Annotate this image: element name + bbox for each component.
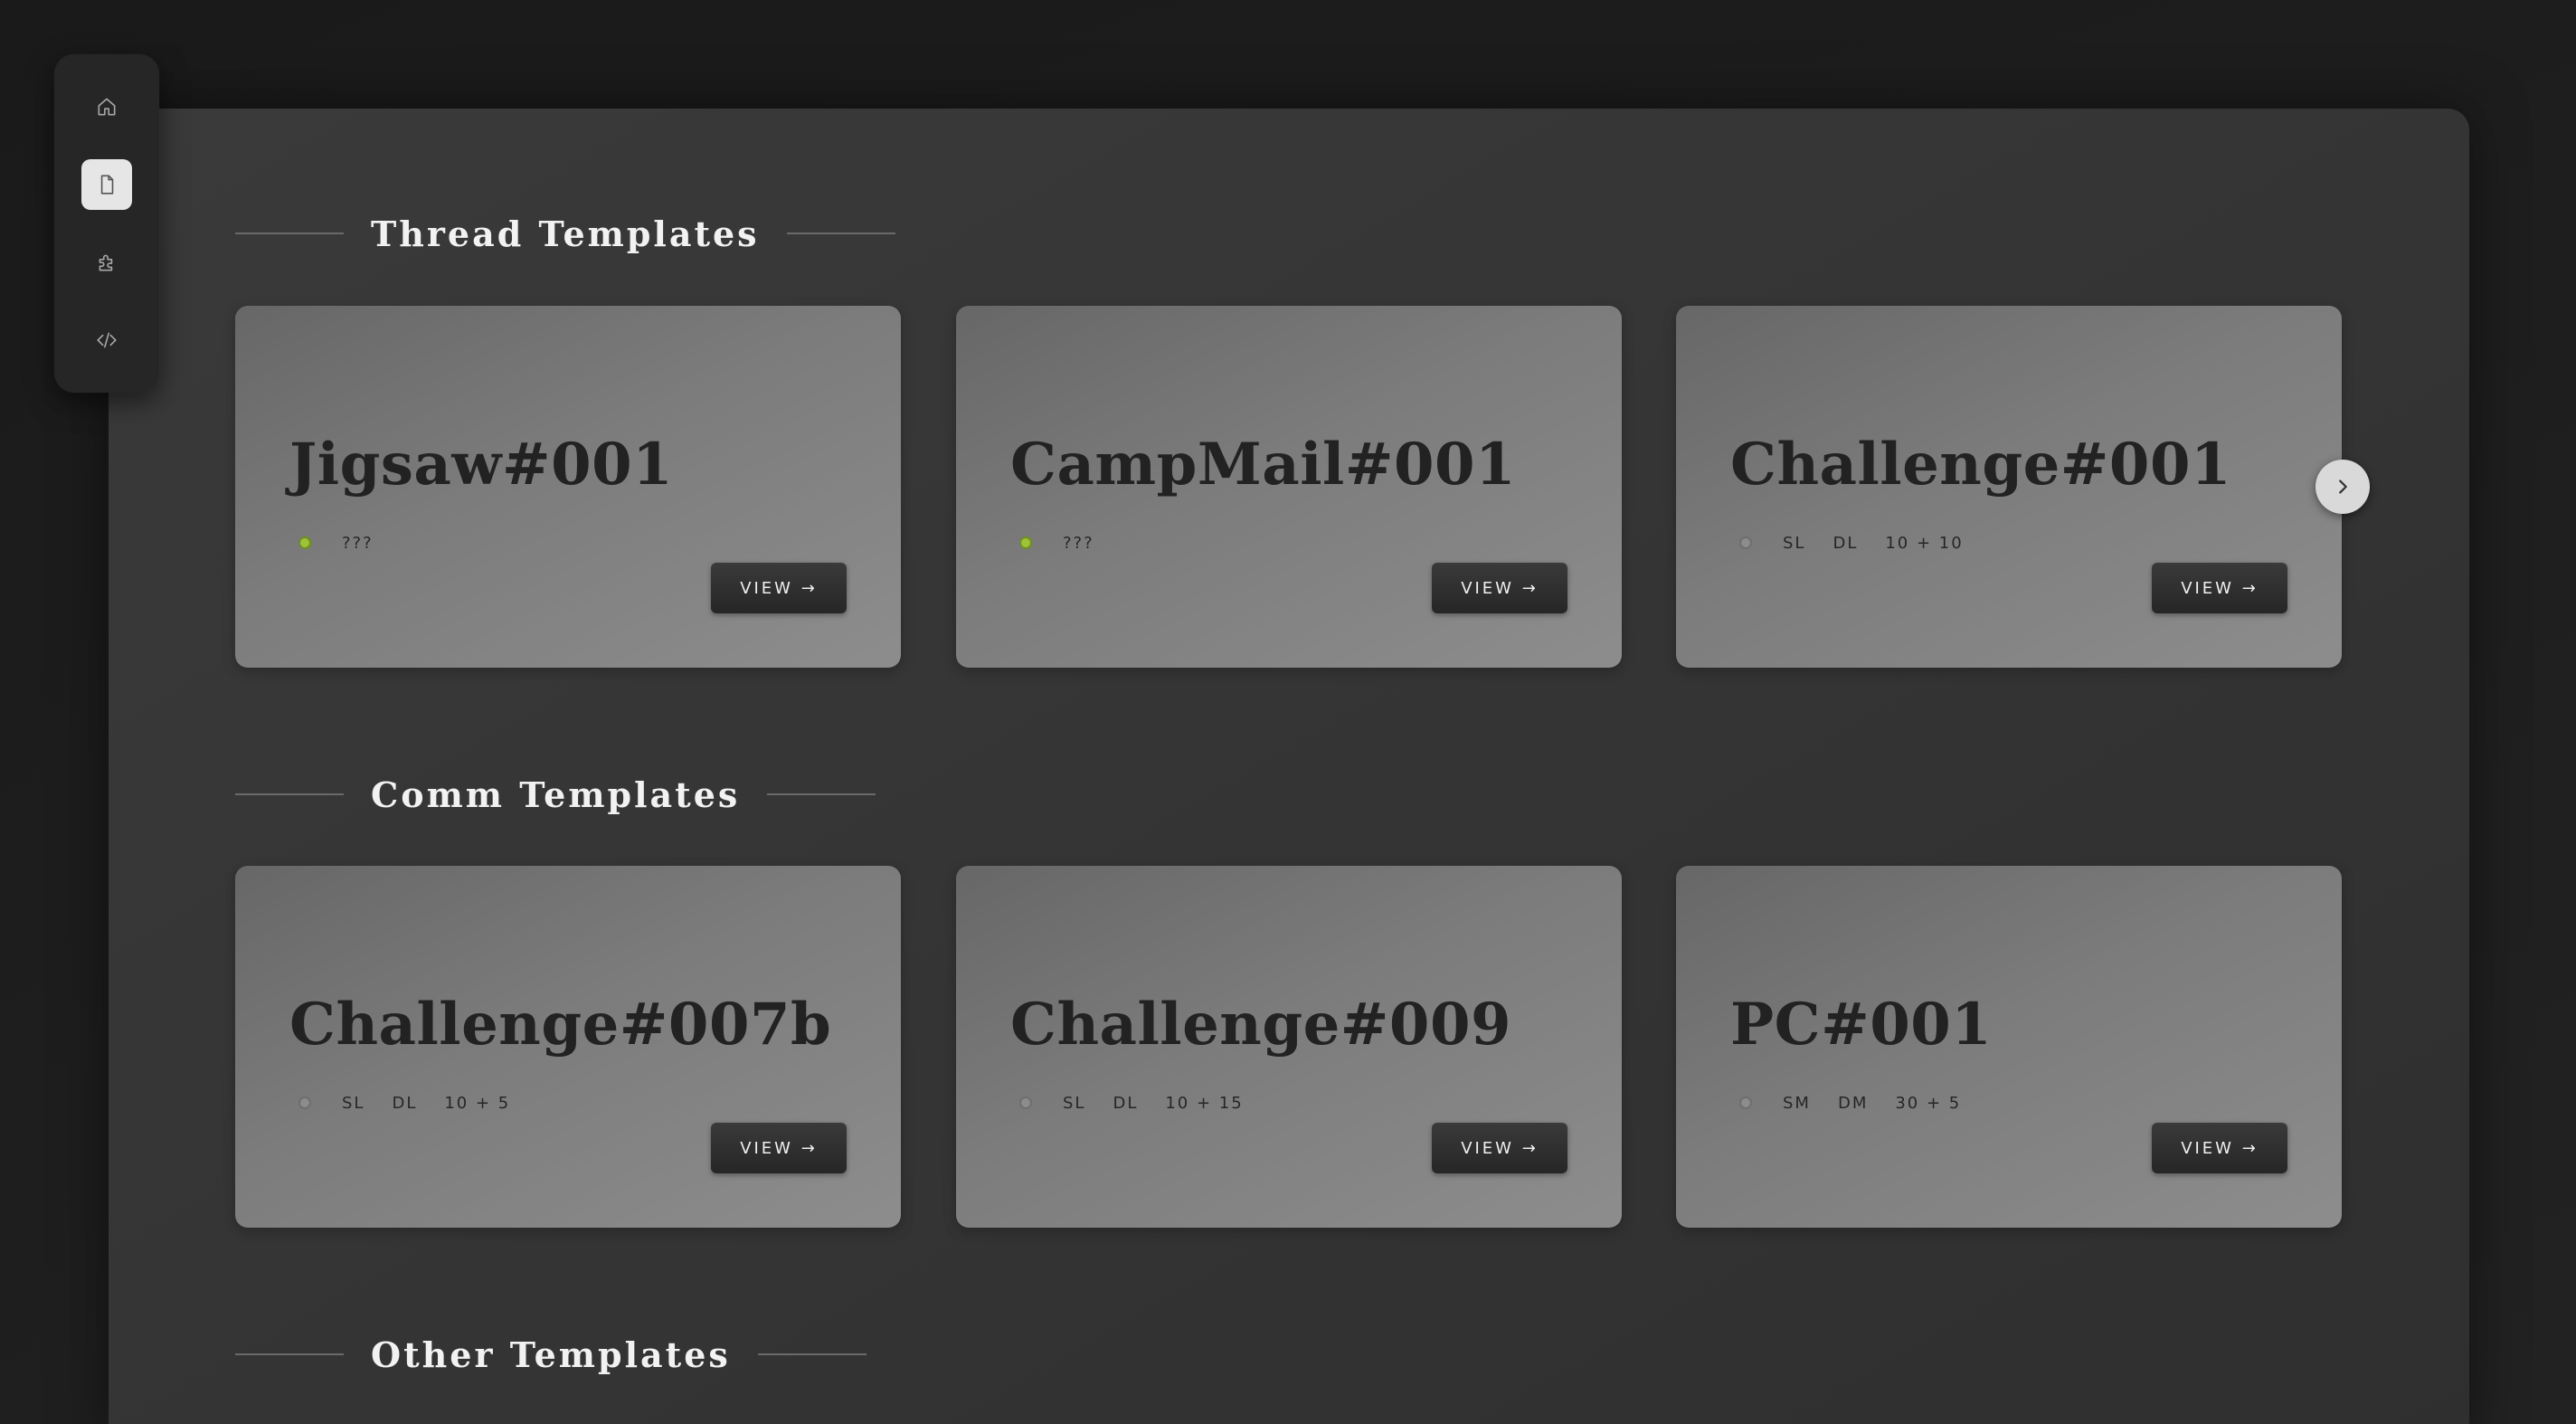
sidebar-item-code[interactable] — [81, 315, 132, 365]
template-card[interactable]: Challenge#007b SL DL 10 + 5 VIEW → — [235, 866, 901, 1228]
meta-tag: SL — [342, 1093, 365, 1113]
card-meta: ??? — [298, 532, 401, 554]
meta-tag: SL — [1063, 1093, 1086, 1113]
home-icon — [98, 98, 116, 116]
section-heading-other: Other Templates — [235, 1334, 867, 1375]
divider — [235, 233, 344, 234]
view-button[interactable]: VIEW → — [2152, 1123, 2287, 1173]
template-card[interactable]: Jigsaw#001 ??? VIEW → — [235, 306, 901, 668]
meta-tag: 30 + 5 — [1895, 1093, 1962, 1113]
card-title: Jigsaw#001 — [289, 431, 674, 498]
document-icon — [100, 175, 114, 195]
meta-tag: ??? — [342, 533, 374, 553]
card-title: Challenge#007b — [289, 991, 832, 1059]
carousel-next-button[interactable] — [2316, 460, 2370, 514]
meta-tag: DL — [1113, 1093, 1139, 1113]
meta-tag: 10 + 5 — [444, 1093, 511, 1113]
meta-tag: ??? — [1063, 533, 1094, 553]
status-dot — [298, 536, 311, 549]
view-button[interactable]: VIEW → — [2152, 563, 2287, 613]
section-title: Other Templates — [371, 1334, 731, 1375]
section-title: Thread Templates — [371, 213, 760, 254]
meta-tag: DM — [1837, 1093, 1869, 1113]
template-card[interactable]: CampMail#001 ??? VIEW → — [956, 306, 1622, 668]
template-card[interactable]: Challenge#009 SL DL 10 + 15 VIEW → — [956, 866, 1622, 1228]
meta-tag: SL — [1783, 533, 1806, 553]
divider — [786, 233, 895, 234]
card-meta: SL DL 10 + 5 — [298, 1092, 537, 1114]
meta-tag: SM — [1783, 1093, 1811, 1113]
card-title: Challenge#001 — [1730, 431, 2231, 498]
view-button[interactable]: VIEW → — [711, 1123, 847, 1173]
view-button[interactable]: VIEW → — [711, 563, 847, 613]
view-button[interactable]: VIEW → — [1432, 563, 1567, 613]
status-dot — [298, 1096, 311, 1109]
status-dot — [1019, 1096, 1032, 1109]
divider — [235, 793, 344, 795]
sidebar-item-home[interactable] — [81, 81, 132, 132]
meta-tag: 10 + 10 — [1885, 533, 1964, 553]
divider — [767, 793, 876, 795]
chevron-right-icon — [2339, 479, 2347, 494]
card-title: PC#001 — [1730, 991, 1993, 1059]
divider — [757, 1353, 867, 1355]
meta-tag: 10 + 15 — [1165, 1093, 1244, 1113]
meta-tag: DL — [1833, 533, 1859, 553]
card-meta: SL DL 10 + 15 — [1019, 1092, 1271, 1114]
card-meta: ??? — [1019, 532, 1122, 554]
section-heading-comm: Comm Templates — [235, 774, 876, 815]
card-title: Challenge#009 — [1010, 991, 1511, 1059]
status-dot — [1739, 1096, 1752, 1109]
section-title: Comm Templates — [371, 774, 741, 815]
code-icon — [97, 332, 117, 348]
puzzle-icon — [99, 254, 113, 271]
section-heading-thread: Thread Templates — [235, 213, 895, 254]
status-dot — [1739, 536, 1752, 549]
template-card[interactable]: Challenge#001 SL DL 10 + 10 VIEW → — [1676, 306, 2342, 668]
view-button[interactable]: VIEW → — [1432, 1123, 1567, 1173]
template-card[interactable]: PC#001 SM DM 30 + 5 VIEW → — [1676, 866, 2342, 1228]
sidebar-item-templates[interactable] — [81, 159, 132, 210]
sidebar — [54, 54, 159, 393]
card-meta: SL DL 10 + 10 — [1739, 532, 1991, 554]
status-dot — [1019, 536, 1032, 549]
divider — [235, 1353, 344, 1355]
meta-tag: DL — [392, 1093, 418, 1113]
card-title: CampMail#001 — [1010, 431, 1517, 498]
card-meta: SM DM 30 + 5 — [1739, 1092, 1988, 1114]
sidebar-item-puzzle[interactable] — [81, 237, 132, 288]
